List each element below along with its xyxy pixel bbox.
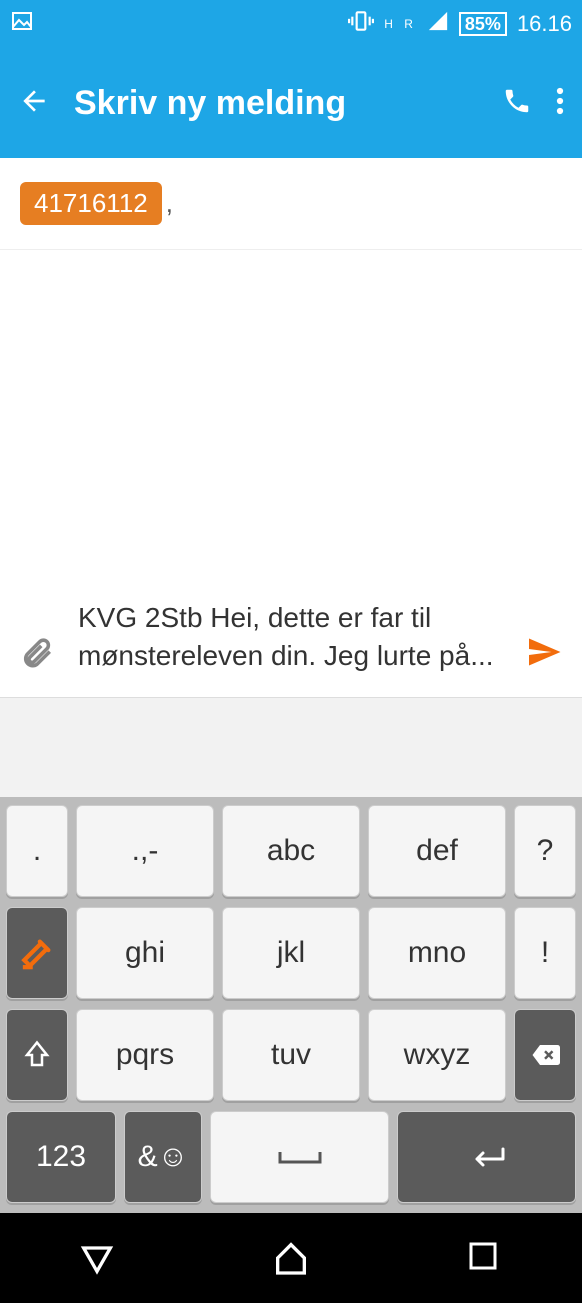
recipient-field[interactable]: 41716112 , xyxy=(0,158,582,250)
key-edit[interactable] xyxy=(6,907,68,999)
battery-level: 85% xyxy=(459,12,507,36)
signal-icon xyxy=(427,10,449,38)
key-ghi[interactable]: ghi xyxy=(76,907,214,999)
key-def[interactable]: def xyxy=(368,805,506,897)
key-abc[interactable]: abc xyxy=(222,805,360,897)
key-period[interactable]: . xyxy=(6,805,68,897)
vibrate-icon xyxy=(348,8,374,40)
status-bar: H R 85% 16.16 xyxy=(0,0,582,48)
key-space[interactable] xyxy=(210,1111,389,1203)
keyboard-row-1: . .,- abc def ? xyxy=(6,805,576,897)
key-wxyz[interactable]: wxyz xyxy=(368,1009,506,1101)
app-bar: Skriv ny melding xyxy=(0,48,582,158)
key-tuv[interactable]: tuv xyxy=(222,1009,360,1101)
key-123[interactable]: 123 xyxy=(6,1111,116,1203)
attach-button[interactable] xyxy=(20,636,54,675)
keyboard-suggestion-strip[interactable] xyxy=(0,697,582,797)
keyboard-row-3: pqrs tuv wxyz xyxy=(6,1009,576,1101)
key-punct[interactable]: .,- xyxy=(76,805,214,897)
key-pqrs[interactable]: pqrs xyxy=(76,1009,214,1101)
conversation-area xyxy=(0,250,582,587)
key-jkl[interactable]: jkl xyxy=(222,907,360,999)
status-clock: 16.16 xyxy=(517,11,572,37)
network-type-label: H R xyxy=(384,19,417,29)
key-enter[interactable] xyxy=(397,1111,576,1203)
recipient-separator: , xyxy=(166,188,173,219)
message-input[interactable]: KVG 2Stb Hei, dette er far til mønsterel… xyxy=(72,599,508,675)
key-symbols-emoji[interactable]: &☺ xyxy=(124,1111,202,1203)
system-nav-bar xyxy=(0,1213,582,1303)
keyboard-row-4: 123 &☺ xyxy=(6,1111,576,1203)
key-mno[interactable]: mno xyxy=(368,907,506,999)
send-button[interactable] xyxy=(526,634,562,675)
overflow-menu-button[interactable] xyxy=(556,86,564,121)
back-button[interactable] xyxy=(18,85,50,122)
nav-recents-button[interactable] xyxy=(465,1238,505,1278)
keyboard-row-2: ghi jkl mno ! xyxy=(6,907,576,999)
key-backspace[interactable] xyxy=(514,1009,576,1101)
keyboard: . .,- abc def ? ghi jkl mno ! pqrs tuv w… xyxy=(0,797,582,1213)
page-title: Skriv ny melding xyxy=(74,84,478,123)
nav-back-button[interactable] xyxy=(77,1238,117,1278)
key-exclaim[interactable]: ! xyxy=(514,907,576,999)
recipient-chip[interactable]: 41716112 xyxy=(20,182,162,225)
compose-bar: KVG 2Stb Hei, dette er far til mønsterel… xyxy=(0,587,582,697)
nav-home-button[interactable] xyxy=(271,1238,311,1278)
call-button[interactable] xyxy=(502,86,532,121)
picture-icon xyxy=(10,9,34,39)
key-shift[interactable] xyxy=(6,1009,68,1101)
key-question[interactable]: ? xyxy=(514,805,576,897)
